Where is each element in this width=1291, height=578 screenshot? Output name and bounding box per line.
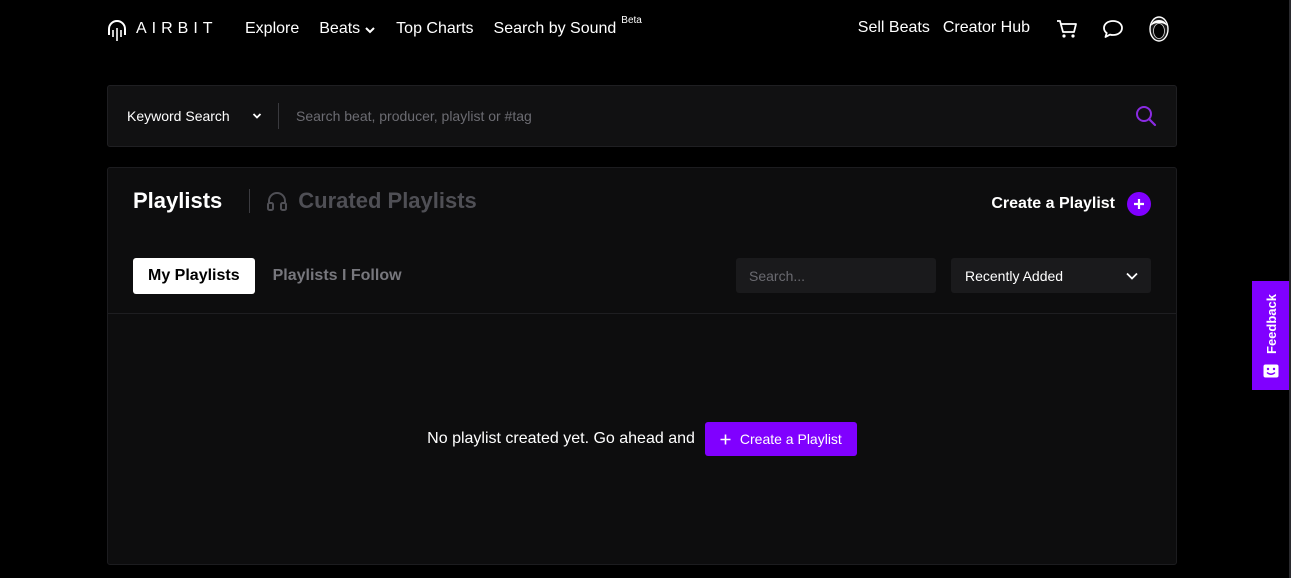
nav-top-charts[interactable]: Top Charts <box>396 20 473 38</box>
beta-badge: Beta <box>621 15 642 26</box>
logo-wordmark: AIRBIT <box>136 20 218 37</box>
nav-sell-beats[interactable]: Sell Beats <box>858 19 930 37</box>
chat-bubble-icon <box>1103 20 1123 38</box>
global-search-bar: Keyword Search <box>107 85 1177 147</box>
empty-state-text: No playlist created yet. Go ahead and <box>427 430 695 447</box>
avatar-icon <box>1149 16 1169 42</box>
tab-my-playlists[interactable]: My Playlists <box>133 258 255 294</box>
nav-search-by-sound[interactable]: Search by Sound Beta <box>493 15 642 38</box>
main-nav: Explore Beats Top Charts Search by Sound… <box>245 15 642 38</box>
airbit-logo[interactable]: AIRBIT <box>106 15 218 43</box>
curated-playlists-link[interactable]: Curated Playlists <box>266 188 477 214</box>
sort-dropdown[interactable]: Recently Added <box>951 258 1151 293</box>
messages-button[interactable] <box>1100 15 1126 43</box>
playlist-search-field <box>736 258 936 293</box>
airbit-logo-icon <box>108 20 126 41</box>
search-mode-label: Keyword Search <box>127 108 230 124</box>
nav-explore[interactable]: Explore <box>245 20 299 38</box>
search-mode-select[interactable]: Keyword Search <box>108 108 278 124</box>
nav-sell-beats-label: Sell Beats <box>857 19 930 36</box>
empty-state: No playlist created yet. Go ahead and Cr… <box>108 422 1176 456</box>
nav-top-charts-label: Top Charts <box>396 20 474 37</box>
plus-circle-icon <box>1127 192 1151 216</box>
create-playlist-button-label: Create a Playlist <box>739 431 842 447</box>
nav-beats-label: Beats <box>319 20 361 37</box>
nav-search-by-sound-label: Search by Sound <box>493 20 617 37</box>
create-playlist-header-button[interactable]: Create a Playlist <box>991 192 1151 216</box>
sort-selected-value: Recently Added <box>965 267 1064 284</box>
search-submit-button[interactable] <box>1116 105 1176 127</box>
playlists-panel: Playlists Curated Playlists Create a Pla… <box>107 167 1177 565</box>
top-navbar: AIRBIT Explore Beats Top Charts Search b… <box>0 0 1291 60</box>
profile-button[interactable] <box>1146 15 1172 43</box>
playlist-search-input[interactable] <box>749 267 930 284</box>
playlist-tabs: My Playlists Playlists I Follow <box>133 258 402 294</box>
search-icon <box>1136 106 1157 127</box>
create-playlist-label: Create a Playlist <box>991 195 1115 212</box>
nav-creator-hub-label: Creator Hub <box>942 19 1030 36</box>
nav-creator-hub[interactable]: Creator Hub <box>943 19 1030 37</box>
page-title: Playlists <box>133 188 223 213</box>
smiley-chat-icon <box>1263 364 1279 378</box>
panel-header: Playlists Curated Playlists <box>133 188 477 214</box>
tab-playlists-i-follow[interactable]: Playlists I Follow <box>273 267 402 285</box>
cart-icon <box>1057 20 1077 38</box>
right-nav: Sell Beats Creator Hub <box>858 19 1030 37</box>
cart-button[interactable] <box>1054 15 1080 43</box>
panel-divider <box>108 313 1176 314</box>
chevron-down-icon <box>365 27 375 34</box>
chevron-down-icon <box>252 113 262 119</box>
nav-explore-label: Explore <box>245 20 300 37</box>
nav-beats[interactable]: Beats <box>319 20 376 38</box>
header-icons <box>1054 15 1172 43</box>
search-input[interactable] <box>279 108 1116 124</box>
feedback-label: Feedback <box>1263 294 1279 354</box>
curated-playlists-label: Curated Playlists <box>298 188 477 213</box>
title-divider <box>249 189 251 213</box>
chevron-down-icon <box>1126 272 1138 280</box>
headphones-icon <box>267 192 288 211</box>
plus-icon <box>720 434 731 444</box>
feedback-tab[interactable]: Feedback <box>1252 281 1290 390</box>
create-playlist-button[interactable]: Create a Playlist <box>704 422 857 456</box>
